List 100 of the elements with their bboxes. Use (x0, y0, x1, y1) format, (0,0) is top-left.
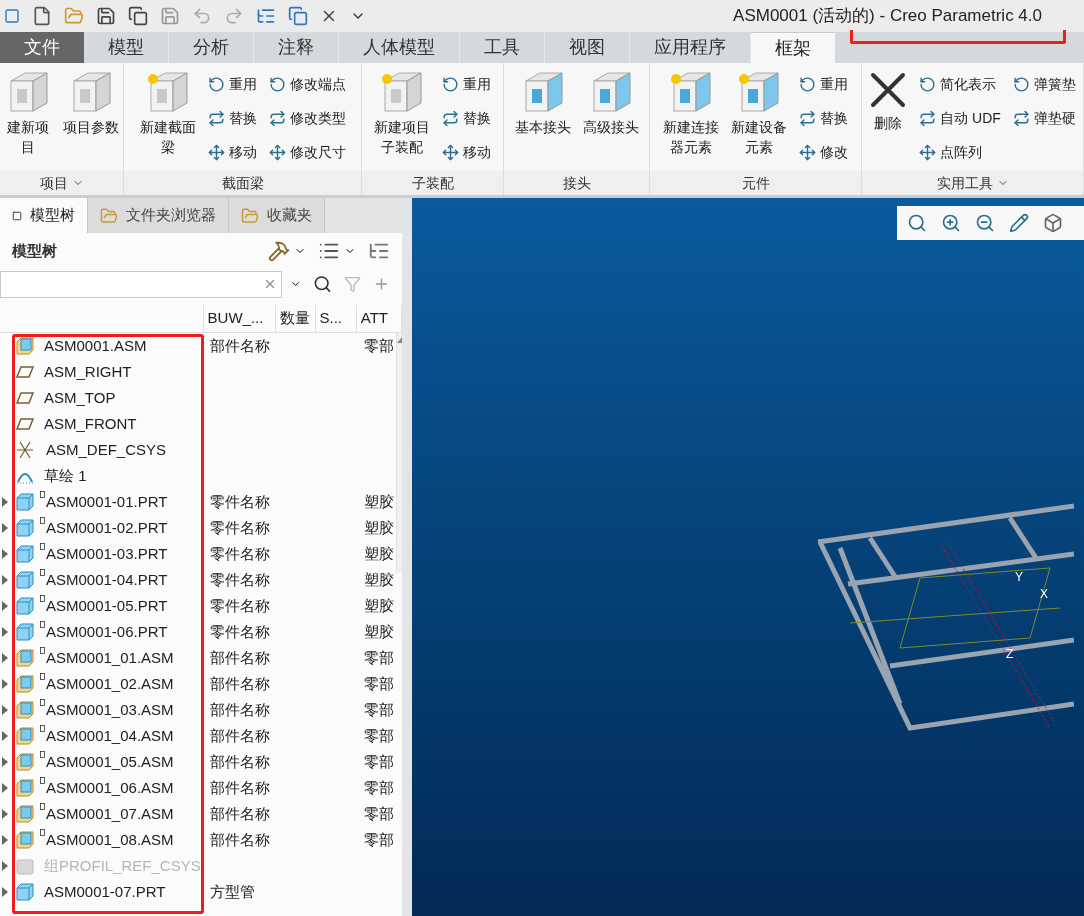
table-cell: 零件名称 (210, 544, 270, 562)
expand-arrow-icon[interactable] (2, 757, 8, 767)
column-header[interactable]: BUW_... (203, 305, 277, 332)
plane-icon (16, 392, 34, 404)
ribbon-small-button[interactable]: 移动 (203, 135, 261, 169)
axis-label: Y (1015, 570, 1023, 584)
part-cube-icon (16, 571, 34, 589)
marker-icon (40, 672, 45, 680)
ribbon-group-label: 元件 (741, 173, 770, 193)
column-header[interactable]: 数量 (276, 305, 316, 332)
tree-item-name[interactable]: ASM0001-05.PRT (46, 594, 168, 618)
part-cube-icon (16, 623, 34, 641)
panel-tab[interactable]: 收藏夹 (229, 198, 325, 233)
tool-icon (1012, 75, 1030, 93)
expand-arrow-icon[interactable] (2, 705, 8, 715)
marker-icon (40, 542, 45, 550)
expand-arrow-icon[interactable] (2, 601, 8, 611)
save-icon[interactable] (96, 6, 116, 26)
ribbon-small-button[interactable]: 替换 (203, 101, 261, 135)
tool-icon (799, 75, 816, 93)
expand-arrow-icon[interactable] (2, 835, 8, 845)
expand-arrow-icon[interactable] (2, 809, 8, 819)
ribbon-large-button[interactable]: 新建截面 梁 (135, 67, 200, 171)
windows-icon[interactable] (288, 6, 308, 26)
ribbon-large-button[interactable]: 基本接头 (510, 67, 575, 171)
expand-arrow-icon[interactable] (2, 887, 8, 897)
graphics-viewport[interactable]: Y X Z (412, 198, 1084, 916)
column-header[interactable]: ATT (356, 305, 402, 332)
tree-item-name[interactable]: ASM0001_06.ASM (46, 776, 174, 800)
tree-item-name[interactable]: ASM0001-07.PRT (44, 880, 166, 904)
tree-item-name[interactable]: ASM0001_03.ASM (46, 698, 174, 722)
tree-item-name[interactable]: ASM_RIGHT (44, 360, 132, 384)
tree-item-name[interactable]: ASM_FRONT (44, 412, 137, 436)
expand-arrow-icon[interactable] (2, 653, 8, 663)
ribbon-large-button[interactable]: 新建项目 子装配 (370, 67, 434, 171)
ribbon-small-button[interactable]: 修改 (795, 135, 852, 169)
tree-item-name[interactable]: ASM0001_05.ASM (46, 750, 174, 774)
ribbon-large-button[interactable]: 项目参数 (58, 67, 123, 171)
expand-arrow-icon[interactable] (2, 549, 8, 559)
zoom-fit-icon[interactable] (907, 213, 927, 233)
new-file-icon[interactable] (32, 6, 52, 26)
expand-arrow-icon[interactable] (2, 783, 8, 793)
ribbon-small-button[interactable]: 弹簧垫 (1008, 67, 1080, 101)
ribbon-large-button[interactable]: 高级接头 (578, 67, 643, 171)
column-header[interactable]: S... (315, 305, 357, 332)
tree-item-name[interactable]: ASM0001_08.ASM (46, 828, 174, 852)
table-cell: 部件名称 (210, 700, 270, 718)
ribbon-small-button[interactable]: 自动 UDF (915, 101, 1005, 135)
tree-item-name[interactable]: ASM0001-03.PRT (46, 542, 168, 566)
tree-item-name[interactable]: ASM0001_04.ASM (46, 724, 174, 748)
ribbon-small-button[interactable]: 替换 (795, 101, 852, 135)
ribbon-large-button[interactable]: 新建设备 元素 (727, 67, 791, 171)
tree-item-name[interactable]: ASM0001-02.PRT (46, 516, 168, 540)
ribbon-tab[interactable]: 文件 (0, 32, 84, 63)
ribbon-small-button[interactable]: 修改类型 (264, 101, 350, 135)
tree-item-name[interactable]: ASM0001_02.ASM (46, 672, 174, 696)
ribbon-small-button[interactable]: 重用 (203, 67, 261, 101)
ribbon-small-button[interactable]: 重用 (795, 67, 852, 101)
tree-item-name[interactable]: ASM0001-01.PRT (46, 490, 168, 514)
expand-arrow-icon[interactable] (2, 627, 8, 637)
ribbon-small-button[interactable]: 移动 (438, 135, 495, 169)
panel-tab[interactable]: 模型树 (0, 198, 88, 233)
ribbon-group-label: 实用工具 (936, 173, 993, 193)
ribbon-small-button[interactable]: 修改端点 (264, 67, 350, 101)
zoom-in-icon[interactable] (941, 213, 961, 233)
tree-item-name[interactable]: ASM0001-04.PRT (46, 568, 168, 592)
tree-item-name[interactable]: ASM_TOP (44, 386, 116, 410)
ribbon-tab[interactable]: 框架 (751, 32, 835, 63)
table-cell: 部件名称 (210, 830, 270, 848)
tree-item-name[interactable]: ASM0001-06.PRT (46, 620, 168, 644)
table-cell: 零部 (364, 726, 394, 744)
assembly-cube-icon (16, 831, 34, 849)
ribbon-large-button[interactable]: 删除 (865, 67, 912, 171)
hammer-icon[interactable] (268, 240, 290, 262)
tree-item-name[interactable]: ASM0001_01.ASM (46, 646, 174, 670)
ribbon-small-button[interactable]: 点阵列 (915, 135, 1005, 169)
tree-item-name[interactable]: ASM_DEF_CSYS (46, 438, 167, 462)
ribbon-group-label: 接头 (562, 173, 591, 193)
tree-item-name[interactable]: ASM0001.ASM (44, 334, 147, 358)
panel-tab[interactable]: 文件夹浏览器 (88, 198, 229, 233)
ribbon-small-button[interactable]: 弹垫硬 (1008, 101, 1080, 135)
ribbon-large-button[interactable]: 建新项 目 (0, 67, 55, 171)
table-cell: 塑胶 (364, 518, 394, 536)
tree-item-name[interactable]: ASM0001_07.ASM (46, 802, 174, 826)
expand-arrow-icon[interactable] (2, 497, 8, 507)
ribbon-small-button[interactable]: 重用 (438, 67, 495, 101)
expand-arrow-icon[interactable] (2, 523, 8, 533)
add-icon[interactable] (373, 275, 390, 293)
tree-item-name[interactable]: 草绘 1 (44, 464, 87, 488)
zoom-out-icon[interactable] (975, 213, 995, 233)
expand-arrow-icon[interactable] (2, 679, 8, 689)
ribbon-small-button[interactable]: 替换 (438, 101, 495, 135)
ribbon-large-button[interactable]: 新建连接 器元素 (659, 67, 723, 171)
expand-arrow-icon[interactable] (2, 731, 8, 741)
table-cell: 零件名称 (210, 492, 270, 510)
assembly-cube-icon (16, 337, 34, 355)
expand-arrow-icon[interactable] (2, 575, 8, 585)
search-field[interactable] (0, 270, 282, 298)
ribbon-small-button[interactable]: 修改尺寸 (264, 135, 350, 169)
ribbon-small-button[interactable]: 简化表示 (915, 67, 1005, 101)
